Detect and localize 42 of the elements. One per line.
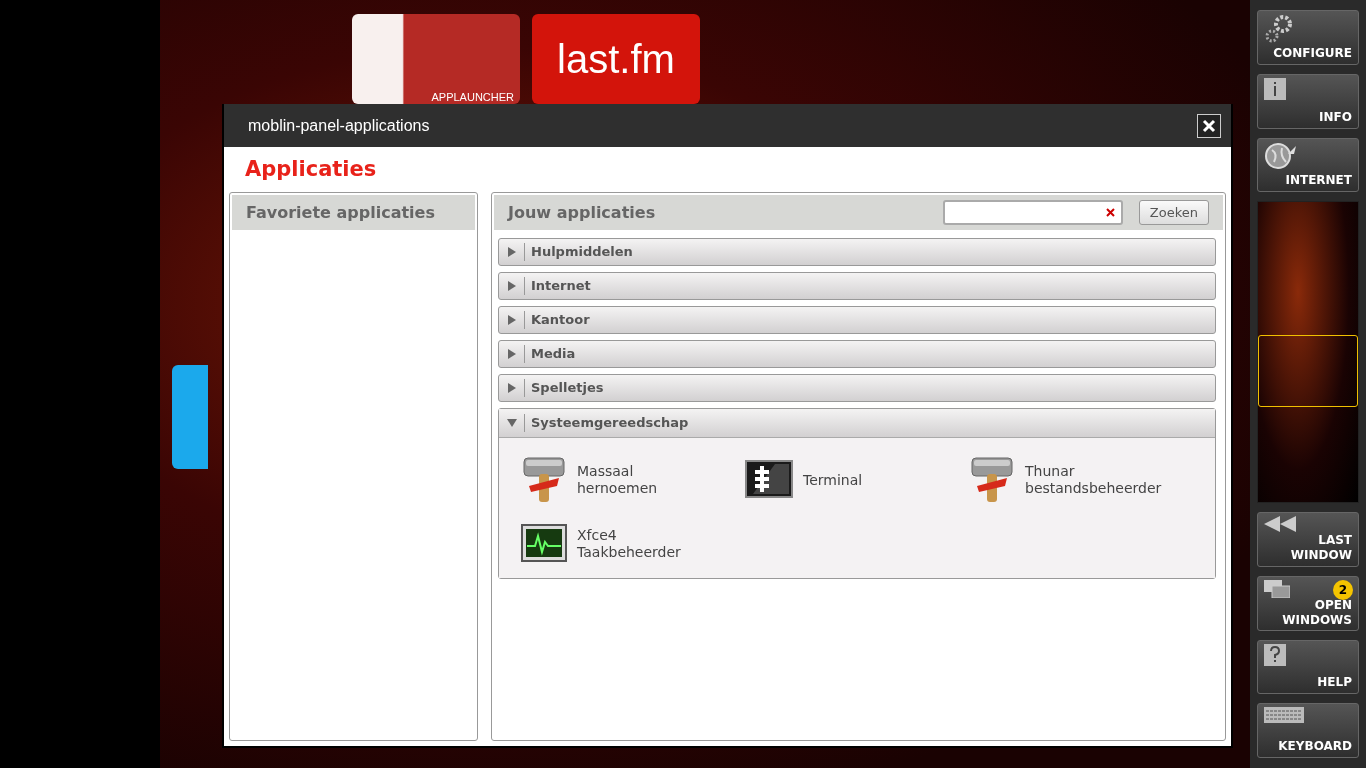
launcher-tile[interactable]: APPLAUNCHER xyxy=(352,14,520,104)
panel-button[interactable]: KEYBOARD xyxy=(1257,703,1359,759)
search-field[interactable] xyxy=(942,200,1123,226)
search-button[interactable]: Zoeken xyxy=(1138,199,1209,226)
window-heading: Applicaties xyxy=(244,157,378,183)
hammer-icon xyxy=(969,456,1015,505)
panel-button[interactable]: LAST WINDOW xyxy=(1257,511,1359,567)
activity-monitor-icon xyxy=(521,524,567,565)
panel-button[interactable]: CONFIGURE xyxy=(1257,10,1359,65)
hammer-icon xyxy=(521,456,567,505)
category-header[interactable]: Systeemgereedschap xyxy=(499,409,1215,438)
category-header[interactable]: Internet xyxy=(498,272,1216,301)
close-button[interactable] xyxy=(1197,113,1221,138)
rewind-icon xyxy=(1264,515,1296,532)
panel-button[interactable]: INTERNET xyxy=(1257,137,1359,193)
info-icon xyxy=(1264,77,1286,100)
panel-button[interactable]: OPEN WINDOWS 2 xyxy=(1257,575,1359,631)
close-icon xyxy=(1201,117,1217,134)
keyboard-icon xyxy=(1264,707,1304,724)
panel-title: Favoriete applicaties xyxy=(232,195,475,231)
panel-button[interactable]: INFO xyxy=(1257,73,1359,129)
panel-button[interactable]: HELP xyxy=(1257,639,1359,695)
app-launcher[interactable]: Xfce4 Taakbeheerder xyxy=(521,524,745,565)
category-header[interactable]: Kantoor xyxy=(498,306,1216,335)
globe-icon xyxy=(1264,141,1298,170)
category-header[interactable]: Media xyxy=(498,340,1216,369)
app-launcher[interactable]: Terminal xyxy=(745,456,969,505)
app-launcher[interactable]: Massaal hernoemen xyxy=(521,456,745,505)
music-tile[interactable]: last.fm xyxy=(532,14,700,104)
windows-icon xyxy=(1264,579,1290,598)
window-title: moblin-panel-applications xyxy=(248,116,430,135)
chat-app-tile[interactable] xyxy=(172,365,208,469)
app-launcher[interactable]: Thunar bestandsbeheerder xyxy=(969,456,1193,505)
clear-icon[interactable] xyxy=(1105,208,1115,218)
panel-title: Jouw applicaties xyxy=(508,201,656,224)
count-badge: 2 xyxy=(1333,579,1353,600)
category-header[interactable]: Spelletjes xyxy=(498,374,1216,403)
tile-label: APPLAUNCHER xyxy=(431,91,514,103)
help-icon xyxy=(1264,643,1286,666)
workspace-overview[interactable] xyxy=(1257,201,1359,503)
category-header[interactable]: Hulpmiddelen xyxy=(498,238,1216,267)
gear-icon xyxy=(1264,14,1294,44)
